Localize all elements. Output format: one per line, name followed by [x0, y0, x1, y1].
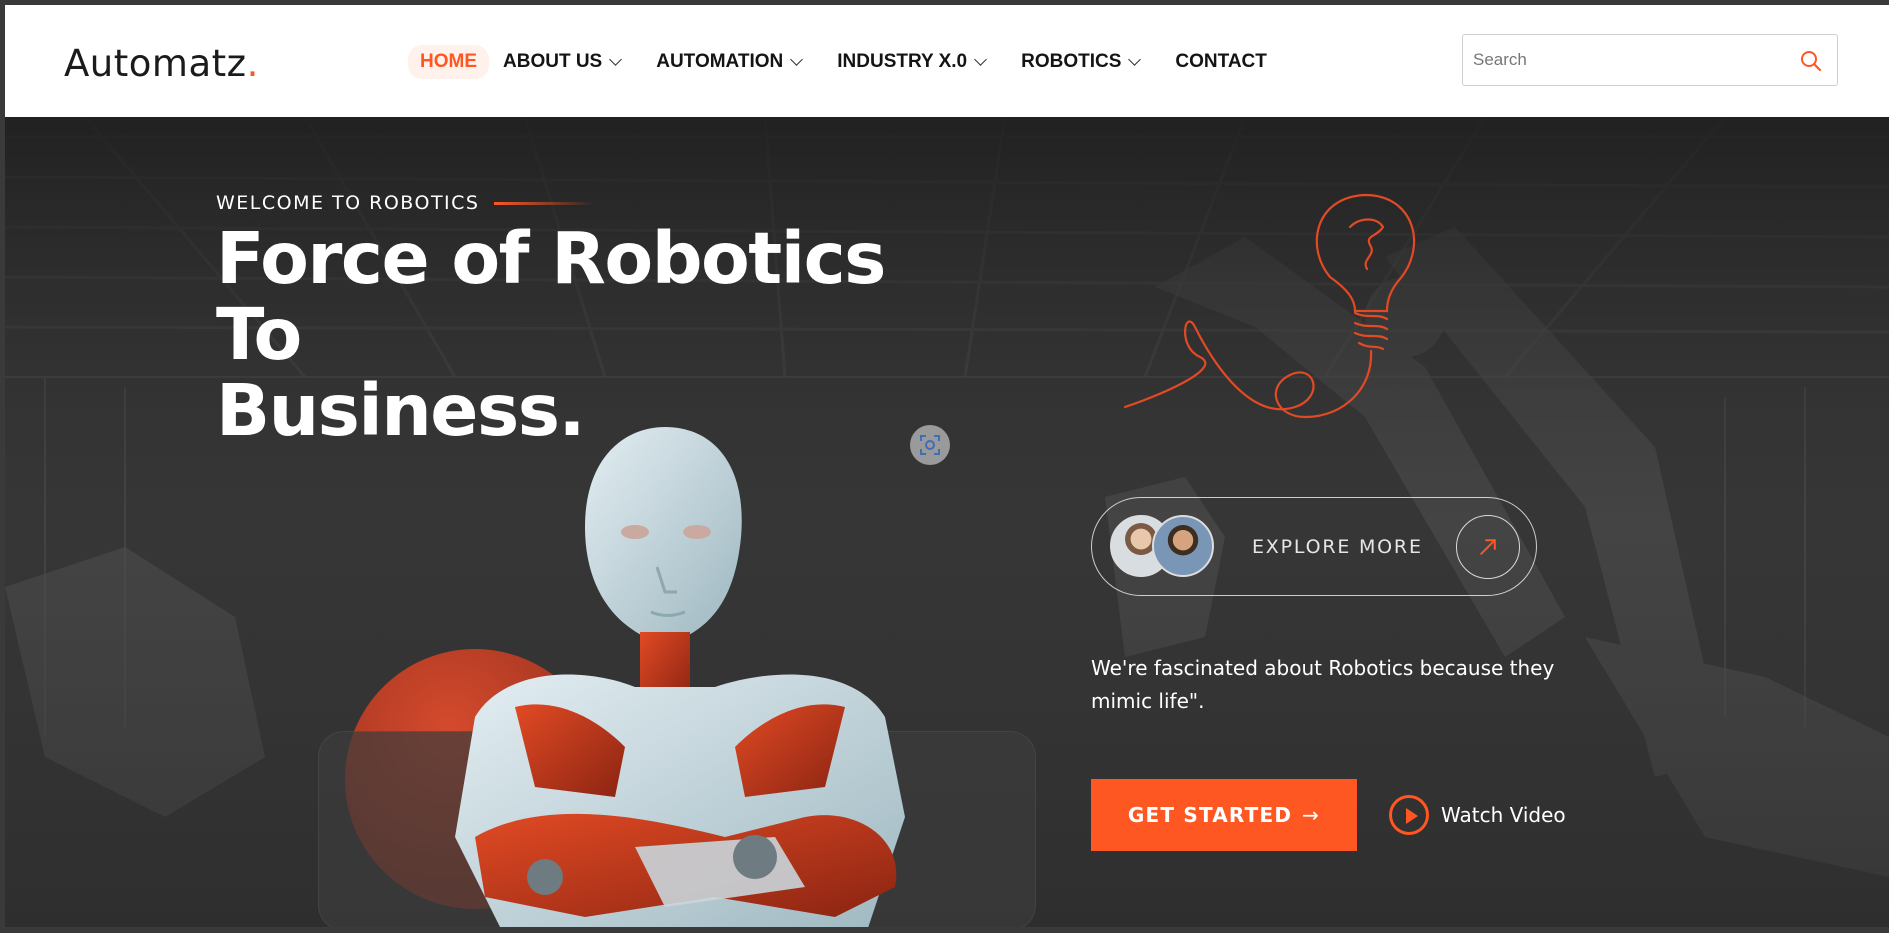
- nav-item-industry[interactable]: INDUSTRY X.0: [837, 51, 987, 73]
- logo-dot: .: [246, 42, 259, 85]
- chevron-down-icon: [974, 53, 987, 66]
- nav-label: ABOUT US: [503, 51, 603, 72]
- hero-eyebrow: WELCOME TO ROBOTICS: [216, 192, 594, 214]
- hero-tagline: We're fascinated about Robotics because …: [1091, 656, 1555, 713]
- watch-video-button[interactable]: Watch Video: [1389, 795, 1566, 835]
- explore-more-button[interactable]: EXPLORE MORE: [1091, 497, 1537, 596]
- search-icon[interactable]: [1799, 49, 1823, 73]
- nav-item-contact[interactable]: CONTACT: [1175, 51, 1266, 73]
- nav-label: HOME: [420, 51, 477, 72]
- chevron-down-icon: [1128, 53, 1142, 66]
- avatar: [1152, 515, 1214, 577]
- nav-item-robotics[interactable]: ROBOTICS: [1021, 51, 1142, 73]
- window-frame-bottom: [0, 927, 1889, 933]
- eyebrow-divider: [493, 201, 594, 205]
- play-icon: [1389, 795, 1429, 835]
- lightbulb-sketch-icon: [1123, 193, 1416, 419]
- site-header: Automatz. HOME ABOUT US AUTOMATION INDUS…: [5, 5, 1889, 117]
- explore-more-label: EXPLORE MORE: [1252, 536, 1423, 558]
- hero-section: WELCOME TO ROBOTICS Force of Robotics To…: [5, 117, 1889, 927]
- arrow-right-icon: →: [1302, 803, 1321, 827]
- get-started-button[interactable]: GET STARTED →: [1091, 779, 1357, 851]
- watch-video-label: Watch Video: [1441, 803, 1566, 827]
- site-logo[interactable]: Automatz.: [64, 42, 259, 85]
- nav-item-automation[interactable]: AUTOMATION: [656, 51, 804, 73]
- hero-title-line1: Force of Robotics To: [216, 217, 886, 376]
- search-box: [1462, 34, 1838, 86]
- search-input[interactable]: [1473, 35, 1783, 85]
- nav-item-about-us[interactable]: ABOUT US: [503, 51, 623, 73]
- cta-label: GET STARTED: [1127, 803, 1293, 827]
- main-nav: HOME ABOUT US AUTOMATION INDUSTRY X.0 RO…: [408, 45, 1303, 79]
- window-frame-left: [0, 0, 5, 933]
- nav-label: ROBOTICS: [1021, 51, 1122, 72]
- hero-title: Force of Robotics To Business.: [216, 221, 976, 449]
- eyebrow-text: WELCOME TO ROBOTICS: [216, 192, 480, 214]
- nav-label: AUTOMATION: [656, 51, 784, 72]
- chevron-down-icon: [790, 53, 804, 66]
- nav-item-home[interactable]: HOME: [408, 45, 489, 79]
- logo-text: Automatz: [64, 42, 247, 85]
- nav-label: CONTACT: [1175, 51, 1267, 72]
- arrow-up-right-icon: [1456, 515, 1520, 579]
- chevron-down-icon: [609, 53, 623, 66]
- nav-label: INDUSTRY X.0: [837, 51, 968, 72]
- humanoid-robot-image: [455, 427, 905, 927]
